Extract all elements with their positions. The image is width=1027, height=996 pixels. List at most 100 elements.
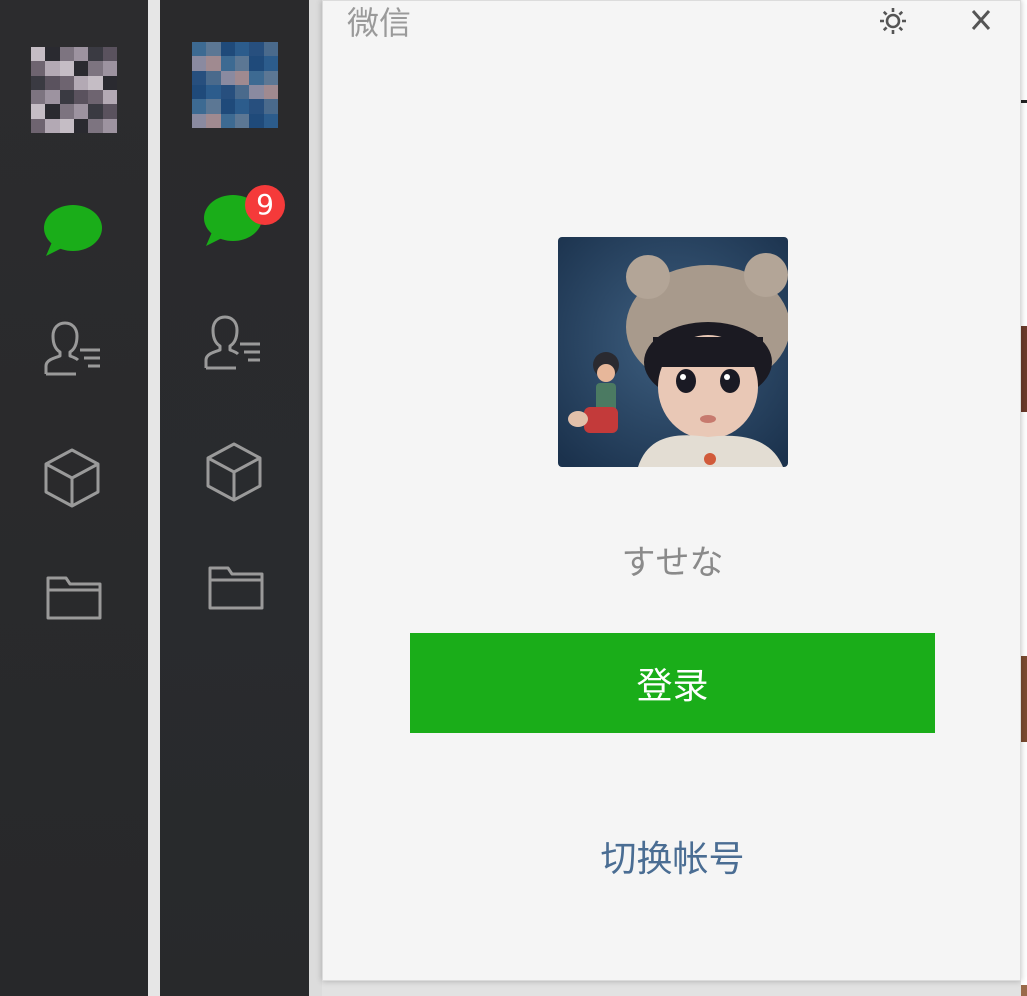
avatar-pixel <box>263 56 278 71</box>
avatar-pixel <box>220 113 235 128</box>
avatar-pixel <box>220 99 235 114</box>
avatar-pixel <box>59 118 74 133</box>
avatar-pixel <box>102 75 117 90</box>
avatar-pixel <box>220 70 235 85</box>
avatar-pixel <box>192 70 207 85</box>
avatar-pixel <box>234 99 250 114</box>
avatar-pixel <box>45 75 60 90</box>
folder-icon[interactable] <box>204 558 268 622</box>
avatar-pixel <box>206 84 221 100</box>
unread-badge: 9 <box>245 185 285 225</box>
background-window-edge <box>322 981 1021 996</box>
avatar-pixel <box>73 47 89 62</box>
username: すせな <box>621 543 724 583</box>
avatar-pixel <box>59 47 74 62</box>
avatar-pixel <box>31 104 46 119</box>
login-button[interactable]: 登录 <box>410 633 935 733</box>
sidebar-second: 9 <box>160 0 309 996</box>
avatar-pixel <box>192 56 207 71</box>
avatar-pixel <box>249 113 264 128</box>
avatar-pixel <box>220 42 235 57</box>
avatar-pixel <box>192 99 207 114</box>
background-window-edge <box>1021 656 1027 742</box>
cube-icon[interactable] <box>40 446 104 510</box>
window-gap <box>309 0 322 996</box>
sidebar-avatar[interactable] <box>31 47 117 133</box>
avatar-pixel <box>263 84 278 100</box>
avatar-pixel <box>206 99 221 114</box>
avatar-pixel <box>88 118 103 133</box>
avatar-pixel <box>234 42 250 57</box>
avatar-pixel <box>263 99 278 114</box>
app-title: 微信 <box>347 4 412 42</box>
avatar-pixel <box>234 56 250 71</box>
chat-bubble-icon[interactable] <box>40 198 104 262</box>
desktop: 9 微信 すせな 登录 切换帐号 <box>0 0 1027 996</box>
avatar-pixel <box>206 113 221 128</box>
avatar-pixel <box>73 75 89 90</box>
avatar-pixel <box>31 61 46 76</box>
avatar-pixel <box>45 47 60 62</box>
avatar-pixel <box>45 118 60 133</box>
avatar-pixel <box>263 42 278 57</box>
avatar-pixel <box>88 61 103 76</box>
avatar-pixel <box>249 70 264 85</box>
sidebar-avatar[interactable] <box>192 42 278 128</box>
profile-avatar <box>558 237 788 467</box>
avatar-pixel <box>234 113 250 128</box>
avatar-pixel <box>206 56 221 71</box>
avatar-pixel <box>206 70 221 85</box>
contacts-icon[interactable] <box>200 312 264 376</box>
folder-icon[interactable] <box>42 568 106 632</box>
avatar-pixel <box>31 75 46 90</box>
avatar-pixel <box>249 99 264 114</box>
avatar-pixel <box>31 47 46 62</box>
avatar-pixel <box>73 118 89 133</box>
avatar-pixel <box>102 118 117 133</box>
login-window: 微信 すせな 登录 切换帐号 <box>322 0 1021 981</box>
background-window-edge <box>1021 100 1027 103</box>
avatar-pixel <box>88 75 103 90</box>
cube-icon[interactable] <box>202 440 266 504</box>
avatar-pixel <box>234 70 250 85</box>
avatar-pixel <box>234 84 250 100</box>
avatar-pixel <box>88 47 103 62</box>
close-icon <box>971 10 991 30</box>
avatar-pixel <box>73 61 89 76</box>
avatar-pixel <box>102 47 117 62</box>
avatar-pixel <box>73 104 89 119</box>
avatar-pixel <box>88 89 103 105</box>
avatar-pixel <box>206 42 221 57</box>
avatar-pixel <box>263 70 278 85</box>
avatar-pixel <box>220 84 235 100</box>
avatar-pixel <box>263 113 278 128</box>
avatar-pixel <box>102 89 117 105</box>
settings-button[interactable] <box>875 3 911 39</box>
avatar-pixel <box>59 104 74 119</box>
avatar-pixel <box>102 104 117 119</box>
avatar-pixel <box>59 89 74 105</box>
doll-avatar-photo <box>558 237 788 467</box>
window-gap <box>148 0 160 996</box>
avatar-pixel <box>88 104 103 119</box>
avatar-pixel <box>59 75 74 90</box>
close-button[interactable] <box>963 3 999 39</box>
avatar-pixel <box>73 89 89 105</box>
avatar-pixel <box>31 118 46 133</box>
avatar-pixel <box>102 61 117 76</box>
background-window-edge <box>1021 326 1027 412</box>
avatar-pixel <box>31 89 46 105</box>
switch-account-link[interactable]: 切换帐号 <box>323 837 1022 883</box>
sidebar-left <box>0 0 148 996</box>
contacts-icon[interactable] <box>40 318 104 382</box>
avatar-pixel <box>249 84 264 100</box>
gear-icon <box>880 8 906 34</box>
avatar-pixel <box>192 42 207 57</box>
avatar-pixel <box>45 89 60 105</box>
avatar-pixel <box>192 84 207 100</box>
avatar-pixel <box>249 42 264 57</box>
avatar-pixel <box>249 56 264 71</box>
avatar-pixel <box>192 113 207 128</box>
avatar-pixel <box>45 61 60 76</box>
avatar-pixel <box>220 56 235 71</box>
